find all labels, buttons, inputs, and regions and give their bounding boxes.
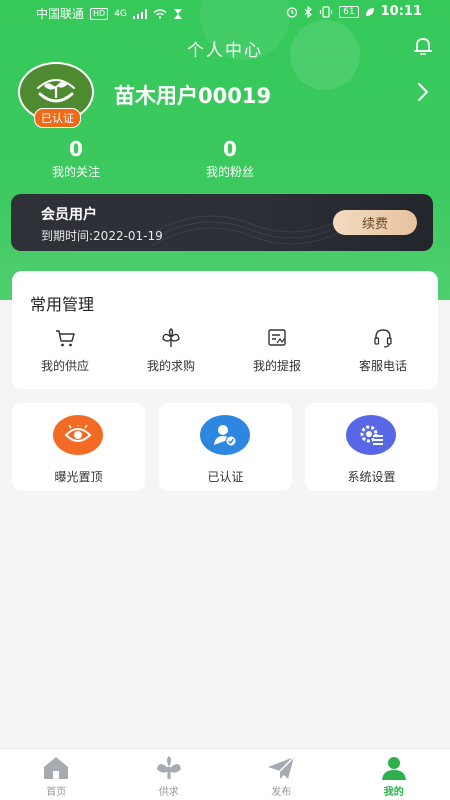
menu-item-customer-service[interactable]: 客服电话: [330, 327, 436, 374]
tile-system-settings[interactable]: 系统设置: [305, 403, 438, 491]
bluetooth-icon: [304, 5, 313, 18]
tab-label: 供求: [158, 787, 179, 798]
bell-icon[interactable]: [412, 35, 434, 57]
wifi-icon: [153, 8, 167, 19]
section-heading: 常用管理: [30, 295, 95, 314]
signal-icon: [132, 8, 147, 19]
common-management-card: 常用管理 我的供应 我的求购 我的提报 客服电话: [12, 271, 438, 389]
renew-button[interactable]: 续费: [333, 210, 417, 235]
menu-item-label: 我的求购: [146, 359, 195, 373]
stat-label: 我的关注: [51, 165, 100, 179]
carrier-text: 中国联通: [36, 7, 85, 21]
menu-item-my-supply[interactable]: 我的供应: [12, 327, 118, 374]
tab-label: 我的: [383, 787, 404, 798]
bottom-tab-bar: 首页 供求 发布 我的: [0, 748, 450, 800]
vibrate-icon: [320, 5, 333, 18]
alarm-icon: [287, 6, 298, 18]
stat-followers[interactable]: 0 我的粉丝: [170, 137, 290, 180]
avatar[interactable]: 已认证: [18, 62, 96, 128]
tab-label: 发布: [271, 787, 292, 798]
tile-verified[interactable]: 已认证: [159, 403, 292, 491]
verified-user-icon: [214, 425, 237, 447]
tab-home[interactable]: 首页: [0, 749, 113, 800]
clock-time: 10:11: [380, 4, 422, 19]
sprout-icon: [162, 328, 180, 347]
tile-icon-circle: [200, 415, 250, 455]
chevron-right-icon[interactable]: [416, 82, 430, 102]
hd-badge: HD: [90, 7, 109, 20]
publish-icon: [268, 756, 295, 779]
verified-badge: 已认证: [34, 108, 81, 128]
profile-icon: [381, 757, 406, 780]
stat-label: 我的粉丝: [205, 165, 254, 179]
tile-label: 系统设置: [347, 470, 396, 484]
tab-label: 首页: [46, 787, 67, 798]
profile-header: 中国联通 HD 4G 61 10:11 个人中心 已认证 苗木用户00019 0…: [0, 0, 450, 300]
card-decor: [151, 213, 351, 247]
tab-supply-demand[interactable]: 供求: [113, 749, 226, 800]
stat-value: 0: [223, 137, 237, 161]
membership-expiry: 到期时间:2022-01-19: [41, 229, 163, 243]
menu-item-my-purchase[interactable]: 我的求购: [118, 327, 224, 374]
menu-item-label: 我的供应: [40, 359, 89, 373]
eye-icon: [64, 425, 92, 442]
page-title: 个人中心: [187, 41, 263, 61]
hourglass-icon: [173, 8, 182, 19]
stat-following[interactable]: 0 我的关注: [16, 137, 136, 180]
battery-level: 61: [339, 5, 359, 18]
menu-item-my-report[interactable]: 我的提报: [224, 327, 330, 374]
membership-title: 会员用户: [41, 207, 97, 223]
tile-label: 已认证: [207, 470, 244, 484]
stat-value: 0: [69, 137, 83, 161]
settings-icon: [360, 425, 383, 445]
tab-publish[interactable]: 发布: [225, 749, 338, 800]
home-icon: [44, 757, 69, 779]
tile-icon-circle: [346, 415, 396, 455]
report-icon: [268, 329, 286, 346]
sprout-logo-icon: [37, 79, 75, 103]
tile-label: 曝光置顶: [54, 470, 103, 484]
supply-icon: [156, 756, 181, 779]
status-bar: 中国联通 HD 4G 61 10:11: [0, 0, 450, 26]
signal-text: 4G: [114, 8, 127, 19]
membership-card: 会员用户 到期时间:2022-01-19 续费: [11, 194, 433, 251]
cart-icon: [56, 330, 75, 347]
tile-exposure-top[interactable]: 曝光置顶: [12, 403, 145, 491]
leaf-icon: [365, 7, 374, 16]
tile-icon-circle: [53, 415, 103, 455]
menu-item-label: 我的提报: [252, 359, 301, 373]
username[interactable]: 苗木用户00019: [114, 80, 271, 110]
menu-item-label: 客服电话: [358, 359, 407, 373]
headset-icon: [374, 329, 392, 348]
tab-mine[interactable]: 我的: [338, 749, 450, 800]
